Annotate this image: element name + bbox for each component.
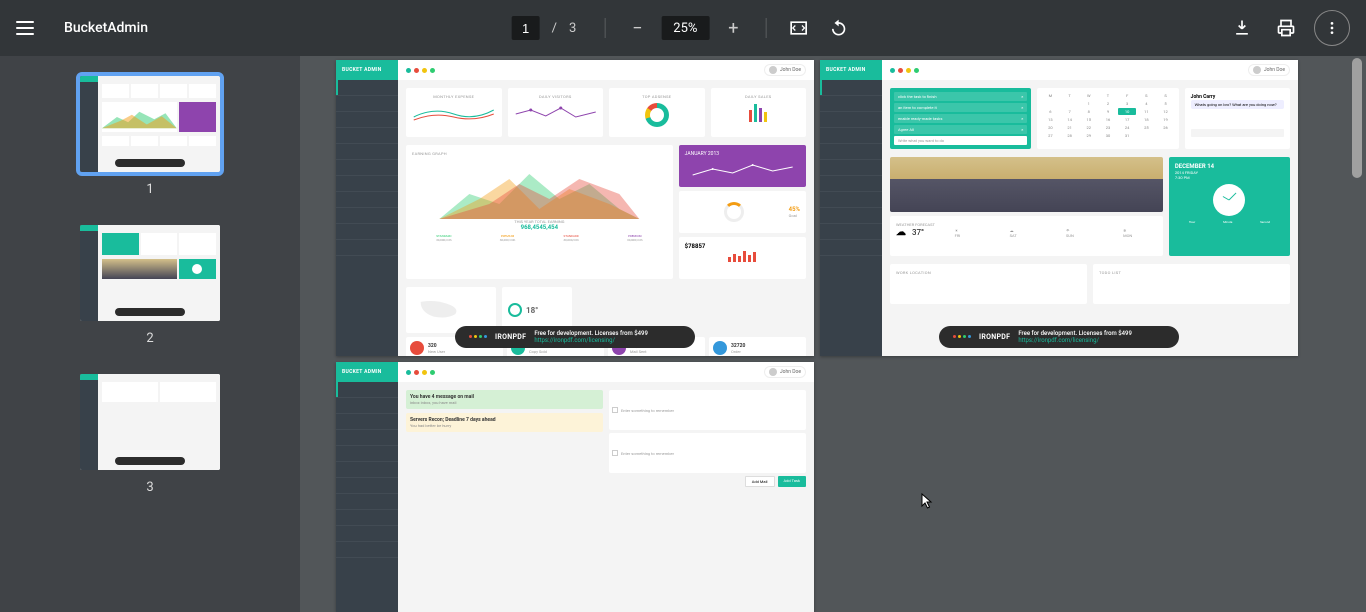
clock-icon xyxy=(1213,184,1245,216)
page-number-input[interactable] xyxy=(512,16,540,40)
document-title: BucketAdmin xyxy=(64,20,148,36)
zoom-level[interactable]: 25% xyxy=(661,16,709,40)
watermark-line1: Free for development. Licenses from $499 xyxy=(534,330,648,337)
divider xyxy=(765,18,766,38)
pdf-toolbar: BucketAdmin / 3 − 25% + xyxy=(0,0,1366,56)
scrollbar[interactable] xyxy=(1350,58,1364,608)
page-separator: / xyxy=(552,21,557,36)
pdf-viewer[interactable]: BUCKET ADMIN John Doe MONTHLY EXPENSE DA… xyxy=(300,56,1366,612)
scrollbar-thumb[interactable] xyxy=(1352,58,1362,178)
thumbnail-sidebar[interactable]: 1 2 3 xyxy=(0,56,300,612)
more-options-button[interactable] xyxy=(1314,10,1350,46)
zoom-out-button[interactable]: − xyxy=(621,12,653,44)
pdf-page-2: BUCKET ADMIN John Doe click the task to … xyxy=(820,60,1298,356)
divider xyxy=(604,18,605,38)
watermark-brand: IRONPDF xyxy=(495,333,526,341)
card-title: DAILY SALES xyxy=(717,94,801,99)
card-title: MONTHLY EXPENSE xyxy=(412,94,496,99)
weather-image xyxy=(890,157,1163,212)
pdf-page-1: BUCKET ADMIN John Doe MONTHLY EXPENSE DA… xyxy=(336,60,814,356)
thumbnail-2-number: 2 xyxy=(146,331,153,346)
pdf-page-3: BUCKET ADMIN John Doe You have 4 message… xyxy=(336,362,814,612)
clock-title: DECEMBER 14 xyxy=(1175,163,1284,170)
weather-temp: 18° xyxy=(526,306,538,315)
earning-title: EARNING GRAPH xyxy=(412,151,667,156)
menu-icon[interactable] xyxy=(16,16,40,40)
download-button[interactable] xyxy=(1226,12,1258,44)
thumbnail-2[interactable] xyxy=(80,225,220,321)
thumbnail-3[interactable] xyxy=(80,374,220,470)
thumbnail-1-number: 1 xyxy=(146,182,153,197)
rotate-button[interactable] xyxy=(822,12,854,44)
print-button[interactable] xyxy=(1270,12,1302,44)
thumbnail-3-number: 3 xyxy=(146,480,153,495)
brand-logo: BUCKET ADMIN xyxy=(342,67,382,73)
watermark: IRONPDF Free for development. Licenses f… xyxy=(455,326,695,348)
zoom-in-button[interactable]: + xyxy=(717,12,749,44)
dashboard-sidebar: BUCKET ADMIN xyxy=(336,60,398,356)
watermark-line2: https://ironpdf.com/licensing/ xyxy=(534,337,648,344)
watermark: IRONPDF Free for development. Licenses f… xyxy=(939,326,1179,348)
thumbnail-1[interactable] xyxy=(80,76,220,172)
earning-value: 968,4545,454 xyxy=(412,224,667,231)
page-total: 3 xyxy=(569,21,576,36)
user-name: John Doe xyxy=(780,67,801,73)
goal-percent: 45% xyxy=(789,206,800,213)
card-title: DAILY VISITORS xyxy=(514,94,598,99)
card-title: TOP ADSENSE xyxy=(615,94,699,99)
revenue: $78857 xyxy=(685,243,800,250)
fit-page-button[interactable] xyxy=(782,12,814,44)
